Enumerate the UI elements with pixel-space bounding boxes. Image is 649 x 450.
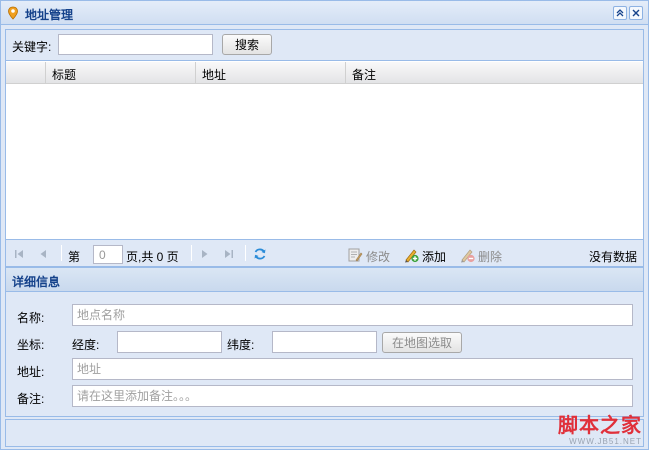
latitude-field[interactable] — [272, 331, 377, 353]
title-bar: 地址管理 — [1, 1, 648, 25]
last-page-icon[interactable] — [222, 247, 236, 261]
column-header-title[interactable]: 标题 — [46, 62, 196, 84]
address-field[interactable] — [72, 358, 633, 380]
delete-icon — [459, 247, 475, 266]
pick-on-map-button[interactable]: 在地图选取 — [382, 332, 462, 353]
page-number-input[interactable] — [93, 245, 123, 264]
latitude-label: 纬度: — [227, 338, 255, 352]
address-manager-window: 地址管理 关键字: 搜索 标题 地址 备注 第 0 页,共 0 页 修改 添加 … — [0, 0, 649, 450]
keyword-input[interactable] — [58, 34, 213, 55]
add-label: 添加 — [422, 250, 447, 264]
row-number-column-header — [6, 62, 46, 84]
first-page-icon[interactable] — [12, 247, 26, 261]
delete-label: 删除 — [478, 250, 503, 264]
add-button[interactable]: 添加 — [403, 247, 446, 266]
longitude-field[interactable] — [117, 331, 222, 353]
coordinate-label: 坐标: — [17, 338, 45, 352]
previous-page-icon[interactable] — [36, 247, 50, 261]
edit-label: 修改 — [366, 250, 391, 264]
pager-separator — [191, 245, 192, 261]
note-label: 备注: — [17, 392, 45, 406]
keyword-label: 关键字: — [12, 40, 52, 54]
pager-separator — [245, 245, 246, 261]
detail-panel-header: 详细信息 — [6, 268, 643, 292]
address-grid-panel: 关键字: 搜索 标题 地址 备注 — [5, 29, 644, 266]
watermark-main: 脚本之家 — [558, 415, 642, 437]
note-field[interactable] — [72, 385, 633, 407]
refresh-icon[interactable] — [252, 247, 268, 261]
edit-icon — [347, 247, 363, 266]
paging-status: 没有数据 — [588, 250, 637, 264]
longitude-label: 经度: — [72, 338, 100, 352]
column-header-note[interactable]: 备注 — [346, 62, 643, 84]
location-pin-icon — [7, 6, 19, 20]
pager-separator — [61, 245, 62, 261]
site-watermark: 脚本之家 WWW.JB51.NET — [558, 415, 642, 446]
search-toolbar: 关键字: 搜索 — [6, 30, 643, 61]
next-page-icon[interactable] — [198, 247, 212, 261]
window-title: 地址管理 — [25, 8, 74, 22]
collapse-icon[interactable] — [613, 6, 627, 20]
search-button[interactable]: 搜索 — [222, 34, 272, 55]
name-label: 名称: — [17, 311, 45, 325]
add-icon — [403, 247, 419, 266]
page-count-label: 页,共 0 页 — [126, 250, 179, 264]
close-icon[interactable] — [629, 6, 643, 20]
address-label: 地址: — [17, 365, 45, 379]
column-header-address[interactable]: 地址 — [196, 62, 346, 84]
detail-panel: 详细信息 名称: 坐标: 经度: 纬度: 在地图选取 地址: 备注: — [5, 267, 644, 417]
watermark-url: WWW.JB51.NET — [569, 437, 642, 446]
delete-button[interactable]: 删除 — [459, 247, 502, 266]
grid-body — [6, 85, 643, 240]
page-prefix-label: 第 — [68, 250, 81, 264]
edit-button[interactable]: 修改 — [347, 247, 390, 266]
grid-header: 标题 地址 备注 — [6, 62, 643, 84]
window-footer — [5, 419, 644, 447]
detail-panel-title: 详细信息 — [12, 275, 61, 289]
name-field[interactable] — [72, 304, 633, 326]
paging-toolbar: 第 页,共 0 页 — [5, 239, 644, 267]
